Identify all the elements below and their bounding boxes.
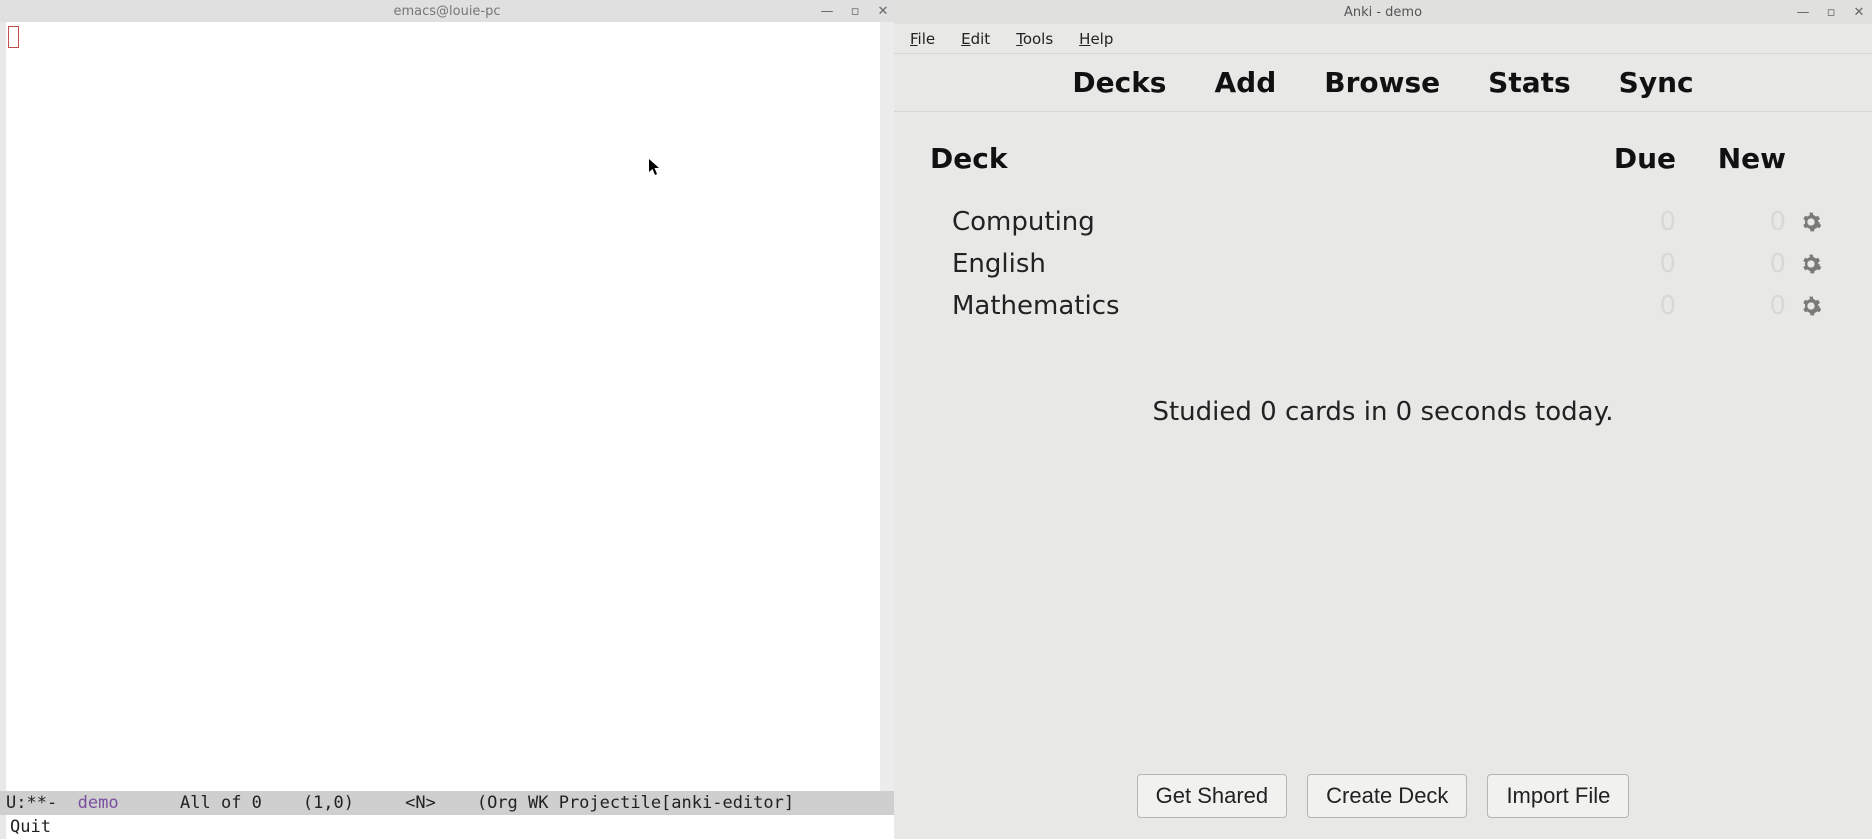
toolbar-add[interactable]: Add (1214, 66, 1276, 99)
get-shared-button[interactable]: Get Shared (1137, 774, 1288, 818)
maximize-button[interactable]: ▫ (848, 4, 862, 19)
emacs-titlebar[interactable]: emacs@louie-pc — ▫ ✕ (0, 0, 894, 22)
anki-title: Anki - demo (1344, 5, 1422, 20)
emacs-modeline[interactable]: U:**- demo All of 0 (1,0) <N> (Org WK Pr… (0, 791, 894, 815)
toolbar-stats[interactable]: Stats (1488, 66, 1571, 99)
anki-toolbar: Decks Add Browse Stats Sync (894, 54, 1872, 112)
anki-menubar: File Edit Tools Help (894, 24, 1872, 54)
deck-row-english: English 0 0 (924, 243, 1842, 285)
emacs-title: emacs@louie-pc (393, 4, 500, 19)
deck-new: 0 (1676, 207, 1786, 237)
maximize-button[interactable]: ▫ (1824, 5, 1838, 20)
minibuffer-text: Quit (10, 817, 51, 837)
emacs-text-cursor (8, 26, 19, 48)
deck-new: 0 (1676, 291, 1786, 321)
studied-summary: Studied 0 cards in 0 seconds today. (924, 397, 1842, 427)
menu-tools[interactable]: Tools (1016, 30, 1053, 48)
deck-name[interactable]: Computing (930, 207, 1566, 237)
deck-header-row: Deck Due New (924, 132, 1842, 201)
emacs-window: emacs@louie-pc — ▫ ✕ U:**- demo All of 0… (0, 0, 894, 839)
deck-due: 0 (1566, 291, 1676, 321)
toolbar-decks[interactable]: Decks (1072, 66, 1166, 99)
close-button[interactable]: ✕ (876, 4, 890, 19)
deck-name[interactable]: Mathematics (930, 291, 1566, 321)
menu-edit[interactable]: Edit (961, 30, 990, 48)
header-deck: Deck (930, 142, 1566, 175)
deck-name[interactable]: English (930, 249, 1566, 279)
emacs-scrollbar[interactable] (880, 22, 894, 791)
import-file-button[interactable]: Import File (1487, 774, 1629, 818)
gear-icon[interactable] (1800, 211, 1822, 233)
deck-row-mathematics: Mathematics 0 0 (924, 285, 1842, 327)
close-button[interactable]: ✕ (1852, 5, 1866, 20)
minimize-button[interactable]: — (820, 4, 834, 19)
modeline-info: All of 0 (1,0) <N> (Org WK Projectile[an… (119, 793, 795, 813)
anki-window-controls: — ▫ ✕ (1796, 0, 1866, 24)
gear-icon[interactable] (1800, 295, 1822, 317)
create-deck-button[interactable]: Create Deck (1307, 774, 1467, 818)
anki-bottom-bar: Get Shared Create Deck Import File (894, 769, 1872, 839)
emacs-body (0, 22, 894, 791)
deck-row-computing: Computing 0 0 (924, 201, 1842, 243)
emacs-minibuffer[interactable]: Quit (0, 815, 894, 839)
modeline-prefix: U:**- (6, 793, 78, 813)
minimize-button[interactable]: — (1796, 5, 1810, 20)
emacs-window-controls: — ▫ ✕ (820, 0, 890, 22)
anki-titlebar[interactable]: Anki - demo — ▫ ✕ (894, 0, 1872, 24)
deck-new: 0 (1676, 249, 1786, 279)
anki-deck-list: Deck Due New Computing 0 0 English 0 0 M… (894, 112, 1872, 769)
menu-help[interactable]: Help (1079, 30, 1113, 48)
deck-due: 0 (1566, 249, 1676, 279)
emacs-buffer[interactable] (6, 22, 880, 791)
modeline-buffer-name: demo (78, 793, 119, 813)
header-due: Due (1566, 142, 1676, 175)
menu-file[interactable]: File (910, 30, 935, 48)
header-new: New (1676, 142, 1786, 175)
gear-icon[interactable] (1800, 253, 1822, 275)
toolbar-browse[interactable]: Browse (1324, 66, 1440, 99)
toolbar-sync[interactable]: Sync (1619, 66, 1694, 99)
deck-due: 0 (1566, 207, 1676, 237)
anki-window: Anki - demo — ▫ ✕ File Edit Tools Help D… (894, 0, 1872, 839)
